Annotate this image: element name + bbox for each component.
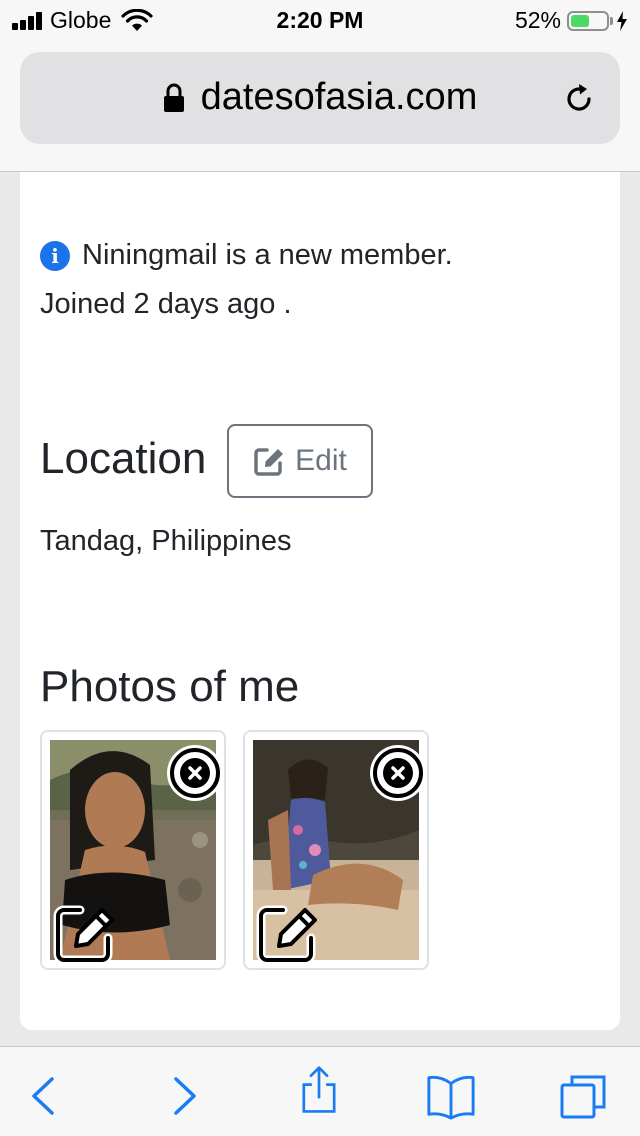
battery-icon — [567, 10, 609, 31]
reload-icon[interactable] — [562, 82, 596, 116]
bookmarks-icon[interactable] — [426, 1071, 476, 1121]
photo-thumbnail[interactable] — [40, 730, 226, 970]
charging-bolt-icon — [617, 10, 627, 31]
info-icon: i — [40, 240, 70, 271]
url-bar[interactable]: datesofasia.com — [20, 52, 620, 144]
browser-address-area: datesofasia.com — [0, 40, 640, 172]
joined-text: Joined 2 days ago . — [40, 288, 292, 320]
share-icon[interactable] — [294, 1065, 344, 1115]
lock-icon — [163, 83, 184, 112]
close-circle-icon[interactable] — [164, 742, 226, 804]
profile-card: i Niningmail is a new member. Joined 2 d… — [20, 172, 620, 1030]
battery-percent: 52% — [514, 7, 561, 33]
status-right: 52% — [515, 7, 628, 34]
tabs-icon[interactable] — [558, 1071, 608, 1121]
location-heading: Location — [40, 434, 207, 483]
close-circle-icon[interactable] — [367, 742, 429, 804]
pencil-square-icon[interactable] — [52, 900, 118, 966]
pencil-square-icon[interactable] — [255, 900, 321, 966]
url-text: datesofasia.com — [200, 76, 478, 118]
edit-label: Edit — [295, 444, 347, 477]
battery-nub — [610, 16, 613, 25]
new-member-notice: i Niningmail is a new member. — [40, 239, 453, 272]
pencil-square-icon — [254, 448, 284, 476]
location-value: Tandag, Philippines — [40, 525, 292, 557]
forward-icon[interactable] — [158, 1071, 208, 1121]
url-display[interactable]: datesofasia.com — [20, 76, 620, 119]
screen: Globe 2:20 PM 52% datesofasia.com i Nini… — [0, 0, 640, 1136]
back-icon[interactable] — [20, 1071, 70, 1121]
photos-heading: Photos of me — [40, 662, 300, 711]
status-bar: Globe 2:20 PM 52% — [0, 0, 640, 40]
edit-location-button[interactable]: Edit — [227, 424, 373, 498]
photo-thumbnail[interactable] — [243, 730, 429, 970]
browser-toolbar — [0, 1046, 640, 1136]
battery-fill — [571, 14, 589, 27]
new-member-text: Niningmail is a new member. — [82, 239, 453, 271]
